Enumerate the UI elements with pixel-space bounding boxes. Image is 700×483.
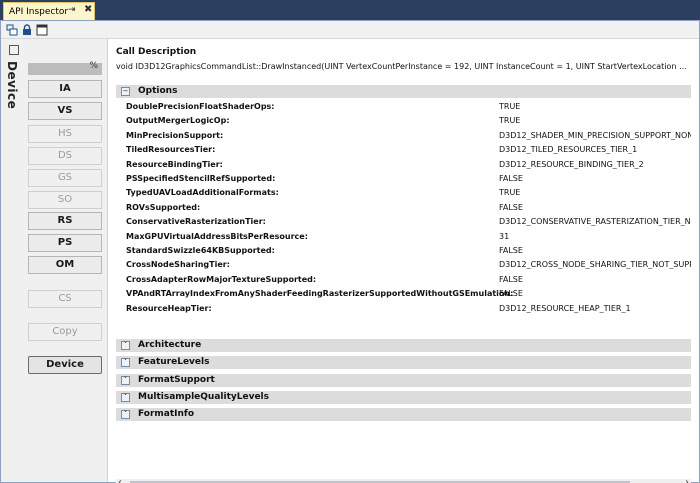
section-title: FormatInfo (138, 409, 195, 420)
stage-button-hs[interactable]: HS (28, 125, 102, 143)
stage-button-so[interactable]: SO (28, 191, 102, 209)
collapse-icon[interactable]: − (121, 87, 130, 96)
call-details-panel: Call Description void ID3D12GraphicsComm… (109, 39, 699, 483)
option-row: TiledResourcesTier: D3D12_TILED_RESOURCES… (126, 144, 691, 158)
stage-button-vs[interactable]: VS (28, 102, 102, 120)
expand-icon[interactable]: ˅ (121, 375, 130, 385)
option-key: TiledResourcesTier: (126, 145, 216, 155)
option-key: MaxGPUVirtualAddressBitsPerResource: (126, 231, 308, 241)
option-value: D3D12_SHADER_MIN_PRECISION_SUPPORT_NONE (499, 130, 691, 140)
option-key: ResourceHeapTier: (126, 303, 212, 313)
option-row: CrossAdapterRowMajorTextureSupported: FAL… (126, 274, 691, 288)
option-key: CrossNodeSharingTier: (126, 260, 230, 270)
expand-icon[interactable]: ˅ (121, 392, 130, 402)
copy-button[interactable]: Copy (28, 323, 102, 341)
pipeline-sidebar: Device % IA VS HS DS GS SO RS PS OM CS C… (1, 39, 108, 482)
section-architecture[interactable]: ˅ Architecture (116, 339, 691, 352)
option-value: D3D12_TILED_RESOURCES_TIER_1 (499, 145, 638, 155)
option-value: FALSE (499, 274, 523, 284)
expand-icon[interactable]: ˅ (121, 358, 130, 368)
option-key: ResourceBindingTier: (126, 159, 223, 169)
option-key: ConservativeRasterizationTier: (126, 217, 266, 227)
option-row: MinPrecisionSupport: D3D12_SHADER_MIN_PRE… (126, 130, 691, 144)
pipeline-header: % (28, 61, 102, 75)
option-key: MinPrecisionSupport: (126, 130, 224, 140)
option-row: StandardSwizzle64KBSupported: FALSE (126, 245, 691, 259)
option-value: TRUE (499, 188, 521, 198)
stage-button-ds[interactable]: DS (28, 147, 102, 165)
option-row: CrossNodeSharingTier: D3D12_CROSS_NODE_SH… (126, 259, 691, 273)
option-key: StandardSwizzle64KBSupported: (126, 246, 275, 255)
stage-button-ps[interactable]: PS (28, 234, 102, 252)
device-button[interactable]: Device (28, 356, 102, 374)
option-value: FALSE (499, 174, 523, 183)
vertical-tab-device[interactable]: Device (3, 41, 23, 121)
horizontal-scrollbar[interactable]: ‹ › (116, 477, 691, 483)
option-value: D3D12_CROSS_NODE_SHARING_TIER_NOT_SUPPOR… (499, 260, 691, 270)
device-icon (9, 45, 19, 55)
stage-button-ia[interactable]: IA (28, 80, 102, 98)
option-row: PSSpecifiedStencilRefSupported: FALSE (126, 173, 691, 187)
option-row: VPAndRTArrayIndexFromAnyShaderFeedingRas… (126, 288, 691, 302)
option-value: TRUE (499, 102, 521, 111)
option-value: FALSE (499, 289, 523, 299)
pin-icon[interactable]: ⇥ (68, 5, 76, 15)
windows-icon[interactable] (6, 24, 18, 36)
inspector-content: Device % IA VS HS DS GS SO RS PS OM CS C… (0, 20, 700, 483)
pin-icon[interactable]: % (89, 61, 98, 71)
section-multisamplequalitylevels[interactable]: ˅ MultisampleQualityLevels (116, 390, 691, 404)
stage-button-cs[interactable]: CS (28, 290, 102, 308)
section-featurelevels[interactable]: ˅ FeatureLevels (116, 356, 691, 370)
option-value: FALSE (499, 202, 523, 212)
section-formatinfo[interactable]: ˅ FormatInfo (116, 408, 691, 422)
option-key: DoublePrecisionFloatShaderOps: (126, 102, 275, 111)
option-row: ResourceHeapTier: D3D12_RESOURCE_HEAP_TIE… (126, 303, 691, 317)
option-key: VPAndRTArrayIndexFromAnyShaderFeedingRas… (126, 289, 514, 299)
section-formatsupport[interactable]: ˅ FormatSupport (116, 373, 691, 387)
stage-button-om[interactable]: OM (28, 256, 102, 274)
option-row: OutputMergerLogicOp: TRUE (126, 115, 691, 129)
toolbar (1, 21, 699, 39)
option-value: TRUE (499, 116, 521, 126)
option-value: D3D12_RESOURCE_HEAP_TIER_1 (499, 303, 631, 313)
option-key: OutputMergerLogicOp: (126, 116, 230, 126)
scroll-left-icon[interactable]: ‹ (118, 477, 122, 483)
section-title: MultisampleQualityLevels (138, 391, 269, 402)
call-description-text: void ID3D12GraphicsCommandList::DrawInst… (116, 62, 692, 71)
expand-icon[interactable]: ˅ (121, 341, 130, 350)
stage-button-gs[interactable]: GS (28, 169, 102, 187)
option-row: MaxGPUVirtualAddressBitsPerResource: 31 (126, 231, 691, 245)
call-description-title: Call Description (116, 47, 197, 57)
option-value: D3D12_RESOURCE_BINDING_TIER_2 (499, 159, 644, 169)
tab-title: API Inspector (9, 6, 69, 17)
option-value: D3D12_CONSERVATIVE_RASTERIZATION_TIER_NO… (499, 217, 691, 227)
tab-api-inspector[interactable]: API Inspector ⇥ ✖ (3, 2, 95, 20)
option-row: TypedUAVLoadAdditionalFormats: TRUE (126, 187, 691, 201)
vertical-tab-label: Device (5, 61, 19, 110)
window-icon[interactable] (36, 24, 48, 36)
lock-icon[interactable] (21, 24, 33, 36)
scroll-right-icon[interactable]: › (685, 477, 689, 483)
option-value: FALSE (499, 246, 523, 255)
section-title: Architecture (138, 340, 202, 350)
section-options[interactable]: − Options (116, 85, 691, 98)
section-title: Options (138, 86, 178, 96)
api-inspector-window: API Inspector ⇥ ✖ Device % IA VS HS DS G… (0, 0, 700, 483)
option-key: CrossAdapterRowMajorTextureSupported: (126, 274, 317, 284)
option-row: DoublePrecisionFloatShaderOps: TRUE (126, 101, 691, 115)
option-key: TypedUAVLoadAdditionalFormats: (126, 188, 279, 198)
section-title: FeatureLevels (138, 357, 210, 368)
stage-button-rs[interactable]: RS (28, 212, 102, 230)
option-row: ResourceBindingTier: D3D12_RESOURCE_BINDI… (126, 159, 691, 173)
tab-strip: API Inspector ⇥ ✖ (0, 0, 700, 20)
option-row: ROVsSupported: FALSE (126, 202, 691, 216)
close-icon[interactable]: ✖ (84, 4, 92, 15)
expand-icon[interactable]: ˅ (121, 410, 130, 420)
option-row: ConservativeRasterizationTier: D3D12_CONS… (126, 216, 691, 230)
option-key: ROVsSupported: (126, 202, 201, 212)
option-value: 31 (499, 231, 510, 241)
section-title: FormatSupport (138, 374, 215, 385)
option-key: PSSpecifiedStencilRefSupported: (126, 174, 276, 183)
